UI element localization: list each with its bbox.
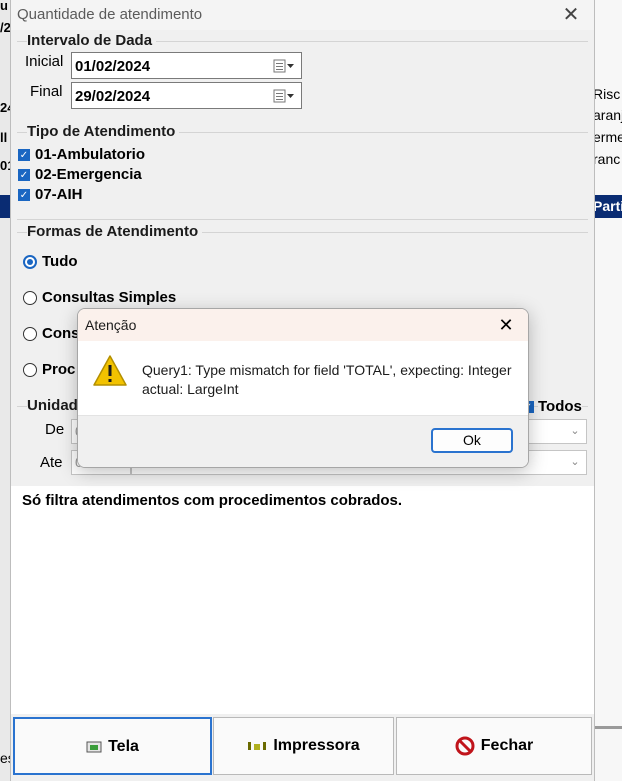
end-date-value: 29/02/2024 <box>75 88 151 105</box>
printer-icon <box>248 742 267 750</box>
types-group-title: Tipo de Atendimento <box>27 123 180 140</box>
ate-label: Ate <box>40 454 63 471</box>
alert-titlebar: Atenção ✕ <box>78 309 528 341</box>
background-header-bar <box>0 195 10 218</box>
info-note: Só filtra atendimentos com procedimentos… <box>22 492 403 509</box>
start-date-value: 01/02/2024 <box>75 58 151 75</box>
chevron-down-icon[interactable]: ⌄ <box>568 424 582 438</box>
close-icon[interactable]: ✕ <box>494 313 518 337</box>
checkbox-emergencia[interactable]: ✓ <box>18 169 30 181</box>
screen-icon <box>86 741 102 753</box>
background-fragment: u <box>0 0 8 13</box>
start-date-label: Inicial <box>25 53 64 70</box>
background-left-strip <box>0 0 10 781</box>
alert-message: Query1: Type mismatch for field 'TOTAL',… <box>142 362 512 397</box>
end-date-field[interactable]: 29/02/2024 <box>71 82 302 109</box>
warning-icon <box>93 355 127 386</box>
unit-group-title: Unidad <box>27 397 82 414</box>
checkbox-label: 01-Ambulatorio <box>35 146 146 163</box>
background-fragment: ll <box>0 130 8 145</box>
end-date-label: Final <box>30 83 63 100</box>
fechar-button[interactable]: Fechar <box>396 717 592 775</box>
background-header-text: Parti <box>593 198 622 214</box>
fechar-button-label: Fechar <box>480 737 534 754</box>
start-date-field[interactable]: 01/02/2024 <box>71 52 302 79</box>
background-fragment: Risc <box>593 86 621 102</box>
checkbox-label: Todos <box>538 398 582 415</box>
radio-label: Proc <box>42 361 76 378</box>
chevron-down-icon[interactable]: ⌄ <box>568 455 582 469</box>
impressora-button[interactable]: Impressora <box>213 717 394 775</box>
radio-label: Cons <box>42 325 80 342</box>
radio-consultas-other[interactable] <box>23 327 37 341</box>
close-icon[interactable]: ✕ <box>556 2 586 28</box>
dialog-titlebar: Quantidade de atendimento ✕ <box>11 0 594 30</box>
checkbox-label: 02-Emergencia <box>35 166 142 183</box>
checkbox-ambulatorio[interactable]: ✓ <box>18 149 30 161</box>
tela-button-label: Tela <box>108 738 139 755</box>
ok-button[interactable]: Ok <box>431 428 513 453</box>
background-fragment: aranj <box>593 107 622 123</box>
info-panel: Só filtra atendimentos com procedimentos… <box>11 486 594 714</box>
alert-dialog: Atenção ✕ Query1: Type mismatch for fiel… <box>77 308 529 468</box>
calendar-dropdown-icon[interactable] <box>273 59 295 73</box>
alert-footer: Ok <box>78 415 528 467</box>
radio-procedimentos[interactable] <box>23 363 37 377</box>
radio-consultas-simples[interactable] <box>23 291 37 305</box>
radio-label: Consultas Simples <box>42 289 177 306</box>
de-label: De <box>45 421 65 438</box>
tela-button[interactable]: Tela <box>13 717 212 775</box>
checkbox-label: 07-AIH <box>35 186 83 203</box>
interval-group-title: Intervalo de Dada <box>27 32 157 49</box>
calendar-dropdown-icon[interactable] <box>273 89 295 103</box>
dialog-title: Quantidade de atendimento <box>17 6 203 23</box>
forms-group-title: Formas de Atendimento <box>27 223 203 240</box>
checkbox-aih[interactable]: ✓ <box>18 189 30 201</box>
radio-label: Tudo <box>42 253 78 270</box>
background-divider <box>593 726 622 729</box>
impressora-button-label: Impressora <box>273 737 360 754</box>
group-divider <box>17 219 588 220</box>
background-fragment: ranc <box>593 151 621 167</box>
background-header-bar: Parti <box>593 195 622 218</box>
alert-title: Atenção <box>85 317 137 333</box>
no-entry-icon <box>455 736 475 756</box>
background-fragment: erme <box>593 129 622 145</box>
radio-tudo[interactable] <box>23 255 37 269</box>
